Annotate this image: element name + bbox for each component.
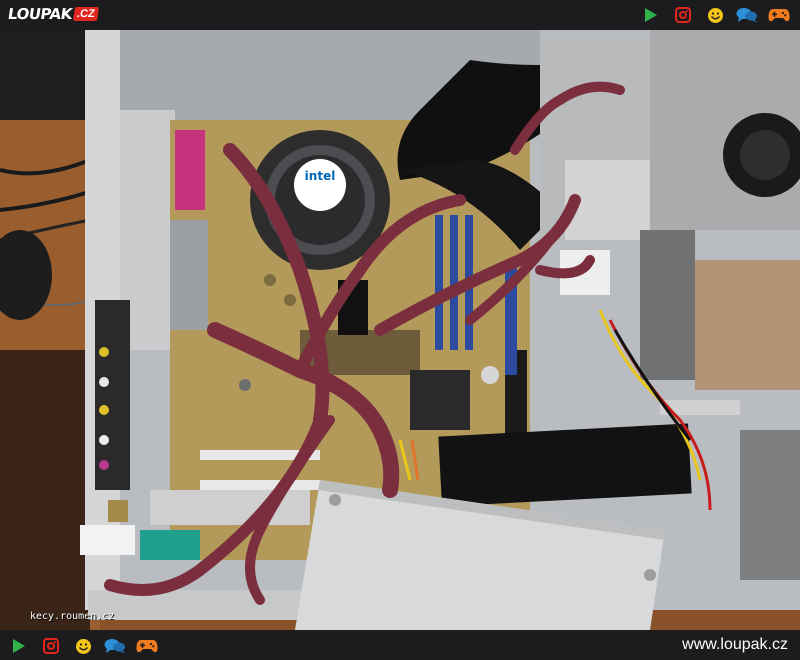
chipset-heatsink [410, 370, 470, 430]
bottom-icon-group [8, 636, 158, 656]
gamepad-icon[interactable] [136, 636, 158, 656]
gamepad-icon[interactable] [768, 5, 790, 25]
chat-icon[interactable] [104, 636, 126, 656]
sound-card-bracket [95, 300, 130, 490]
dark-device [0, 30, 95, 120]
play-icon[interactable] [8, 636, 30, 656]
logo-name: LOUPAK [6, 5, 74, 23]
photo-watermark: kecy.roumen.cz [30, 611, 115, 622]
loupak-logo[interactable]: LOUPAK .CZ [6, 3, 99, 25]
ram-slot [435, 215, 443, 350]
smiley-icon[interactable] [72, 636, 94, 656]
instagram-icon[interactable] [40, 636, 62, 656]
intel-sticker [294, 159, 346, 211]
play-icon[interactable] [640, 5, 662, 25]
intel-label: intel [305, 169, 336, 183]
instagram-icon[interactable] [672, 5, 694, 25]
parallel-port [175, 130, 205, 210]
logo-tld: .CZ [72, 7, 99, 21]
black-cable-bundle [438, 423, 692, 507]
top-bar: LOUPAK .CZ [0, 0, 800, 30]
top-icon-group [640, 5, 790, 25]
chat-icon[interactable] [736, 5, 758, 25]
site-url-link[interactable]: www.loupak.cz [682, 636, 788, 654]
computer-case-photo: intel kecy.roumen.cz [0, 30, 800, 630]
ide-connector [140, 530, 200, 560]
smiley-icon[interactable] [704, 5, 726, 25]
computer-interior-illustration: intel [0, 30, 800, 630]
